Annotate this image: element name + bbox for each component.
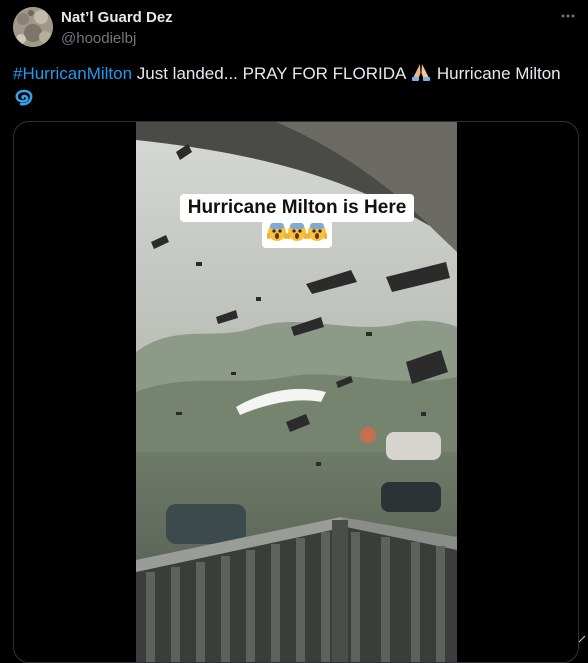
video-caption-text: Hurricane Milton is Here	[179, 194, 415, 222]
tweet-text-main: Just landed... PRAY FOR FLORIDA	[132, 64, 411, 83]
hashtag-link[interactable]: #HurricanMilton	[13, 64, 132, 83]
screaming-face-icon	[307, 223, 327, 241]
resize-corner-icon	[578, 635, 586, 643]
video-caption: Hurricane Milton is Here	[173, 194, 421, 248]
cyclone-icon	[13, 88, 35, 114]
author-display-name[interactable]: Nat’l Guard Dez	[61, 9, 173, 26]
praying-hands-icon	[410, 62, 432, 88]
caption-emoji-row	[262, 220, 332, 248]
more-horizontal-icon	[561, 14, 575, 18]
more-options-button[interactable]	[558, 6, 578, 26]
avatar[interactable]	[13, 7, 53, 47]
screaming-face-icon	[267, 223, 287, 241]
tweet-text: #HurricanMilton Just landed... PRAY FOR …	[13, 62, 573, 114]
author-handle[interactable]: @hoodielbj	[61, 30, 136, 47]
media-container[interactable]: Hurricane Milton is Here	[13, 121, 579, 663]
screaming-face-icon	[287, 223, 307, 241]
video-player[interactable]: Hurricane Milton is Here	[136, 122, 457, 662]
tweet-text-after: Hurricane Milton	[432, 64, 561, 83]
